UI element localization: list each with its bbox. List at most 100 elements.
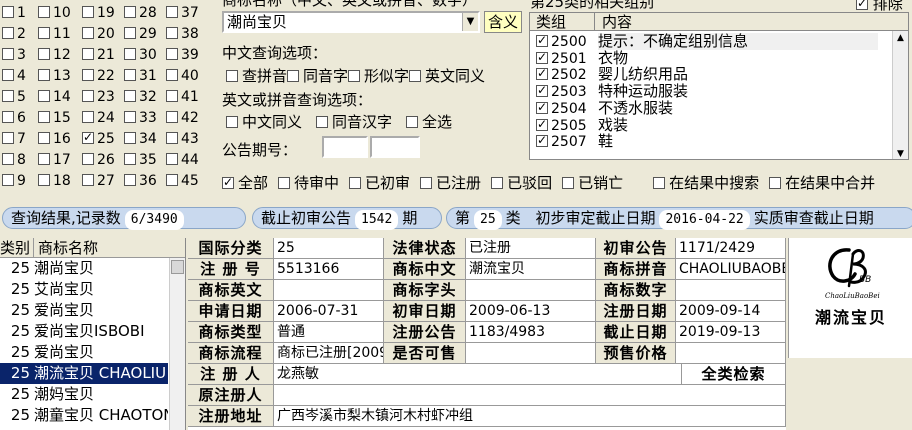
filter-checkbox[interactable]: 在结果中搜索	[653, 172, 759, 193]
class-checkbox-11[interactable]: 11	[38, 24, 71, 44]
checkbox-box[interactable]	[124, 111, 136, 123]
class-checkbox-6[interactable]: 6	[2, 108, 26, 128]
issue-to-input[interactable]	[370, 136, 420, 158]
class-checkbox-8[interactable]: 8	[2, 150, 26, 170]
checkbox-box[interactable]	[2, 111, 14, 123]
exclude-checkbox-box[interactable]	[856, 0, 868, 10]
option-checkbox[interactable]: 同音字	[287, 65, 348, 86]
checkbox-box[interactable]	[38, 153, 50, 165]
checkbox-box[interactable]	[82, 48, 94, 60]
checkbox-box[interactable]	[2, 132, 14, 144]
class-checkbox-20[interactable]: 20	[82, 24, 115, 44]
checkbox-box[interactable]	[124, 27, 136, 39]
filter-checkbox[interactable]: 待审中	[278, 172, 339, 193]
filter-checkbox[interactable]: 已销亡	[562, 172, 623, 193]
option-checkbox[interactable]: 中文同义	[226, 111, 302, 132]
result-list[interactable]: 类别 商标名称 25 潮尚宝贝 25 艾尚宝贝 25 爱尚宝贝 25 爱尚宝贝ISBOBI 25…	[0, 238, 186, 430]
checkbox-box[interactable]	[82, 27, 94, 39]
filter-checkbox[interactable]: 已注册	[420, 172, 481, 193]
checkbox-box[interactable]	[536, 100, 548, 114]
checkbox-box[interactable]	[124, 69, 136, 81]
class-checkbox-33[interactable]: 33	[124, 108, 157, 128]
checkbox-box[interactable]	[2, 27, 14, 39]
option-checkbox[interactable]: 全选	[406, 111, 452, 132]
option-checkbox[interactable]: 形似字	[348, 65, 409, 86]
checkbox-box[interactable]	[166, 90, 178, 102]
checkbox-box[interactable]	[420, 177, 433, 189]
issue-from-input[interactable]	[322, 136, 368, 158]
result-row[interactable]: 25 潮妈宝贝	[0, 384, 168, 405]
class-checkbox-17[interactable]: 17	[38, 150, 71, 170]
checkbox-box[interactable]	[536, 33, 548, 47]
checkbox-box[interactable]	[124, 90, 136, 102]
checkbox-box[interactable]	[536, 83, 548, 98]
class-checkbox-35[interactable]: 35	[124, 150, 157, 170]
class-checkbox-28[interactable]: 28	[124, 3, 157, 23]
checkbox-box[interactable]	[166, 111, 178, 123]
checkbox-box[interactable]	[406, 116, 419, 128]
filter-checkbox[interactable]: 全部	[222, 172, 268, 193]
class-checkbox-40[interactable]: 40	[166, 66, 199, 86]
trademark-name-combobox[interactable]: 潮尚宝贝 ▼	[222, 11, 480, 33]
class-checkbox-37[interactable]: 37	[166, 3, 199, 23]
meaning-button[interactable]: 含义	[484, 11, 522, 33]
scroll-thumb[interactable]	[171, 260, 184, 274]
class-checkbox-30[interactable]: 30	[124, 45, 157, 65]
all-class-search-button[interactable]: 全类检索	[682, 364, 786, 385]
class-checkbox-1[interactable]: 1	[2, 3, 26, 23]
result-row[interactable]: 25 爱尚宝贝	[0, 342, 168, 363]
class-checkbox-42[interactable]: 42	[166, 108, 199, 128]
checkbox-box[interactable]	[124, 6, 136, 18]
class-checkbox-7[interactable]: 7	[2, 129, 26, 149]
checkbox-box[interactable]	[536, 50, 548, 64]
checkbox-box[interactable]	[124, 48, 136, 60]
checkbox-box[interactable]	[2, 6, 14, 18]
result-row[interactable]: 25 潮流宝贝 CHAOLIU	[0, 363, 168, 384]
checkbox-box[interactable]	[124, 174, 136, 186]
option-checkbox[interactable]: 英文同义	[409, 65, 485, 86]
class-checkbox-19[interactable]: 19	[82, 3, 115, 23]
filter-checkbox[interactable]: 在结果中合并	[769, 172, 875, 193]
class-checkbox-4[interactable]: 4	[2, 66, 26, 86]
class-checkbox-22[interactable]: 22	[82, 66, 115, 86]
checkbox-box[interactable]	[316, 116, 329, 128]
category-group-list[interactable]: 类组 内容 2500提示：不确定组别信息2501衣物2502婴儿纺织用品2503…	[529, 12, 909, 160]
class-checkbox-13[interactable]: 13	[38, 66, 71, 86]
category-row[interactable]: 2501 衣物	[530, 49, 890, 67]
checkbox-box[interactable]	[38, 132, 50, 144]
checkbox-box[interactable]	[82, 6, 94, 18]
class-checkbox-16[interactable]: 16	[38, 129, 71, 149]
checkbox-box[interactable]	[82, 174, 94, 186]
class-checkbox-38[interactable]: 38	[166, 24, 199, 44]
class-checkbox-21[interactable]: 21	[82, 45, 115, 65]
checkbox-box[interactable]	[562, 177, 575, 189]
option-checkbox[interactable]: 同音汉字	[316, 111, 392, 132]
class-checkbox-25[interactable]: 25	[82, 129, 115, 149]
result-row[interactable]: 25 爱尚宝贝	[0, 300, 168, 321]
checkbox-box[interactable]	[82, 90, 94, 102]
checkbox-box[interactable]	[226, 70, 238, 82]
category-row[interactable]: 2504 不透水服装	[530, 99, 890, 117]
class-checkbox-10[interactable]: 10	[38, 3, 71, 23]
category-scrollbar[interactable]: ▲ ▼	[892, 31, 908, 159]
category-row[interactable]: 2503 特种运动服装	[530, 83, 890, 100]
checkbox-box[interactable]	[38, 90, 50, 102]
checkbox-box[interactable]	[166, 174, 178, 186]
category-row[interactable]: 2502 婴儿纺织用品	[530, 66, 890, 83]
class-checkbox-9[interactable]: 9	[2, 171, 26, 191]
class-checkbox-23[interactable]: 23	[82, 87, 115, 107]
category-row[interactable]: 2505 戏装	[530, 116, 890, 134]
result-row[interactable]: 25 艾尚宝贝	[0, 279, 168, 300]
class-checkbox-12[interactable]: 12	[38, 45, 71, 65]
result-row[interactable]: 25 爱尚宝贝ISBOBI	[0, 321, 168, 342]
class-checkbox-45[interactable]: 45	[166, 171, 199, 191]
class-checkbox-34[interactable]: 34	[124, 129, 157, 149]
class-checkbox-2[interactable]: 2	[2, 24, 26, 44]
class-checkbox-26[interactable]: 26	[82, 150, 115, 170]
checkbox-box[interactable]	[38, 27, 50, 39]
checkbox-box[interactable]	[2, 174, 14, 186]
filter-checkbox[interactable]: 已驳回	[491, 172, 552, 193]
checkbox-box[interactable]	[653, 177, 666, 189]
class-checkbox-39[interactable]: 39	[166, 45, 199, 65]
checkbox-box[interactable]	[82, 69, 94, 81]
